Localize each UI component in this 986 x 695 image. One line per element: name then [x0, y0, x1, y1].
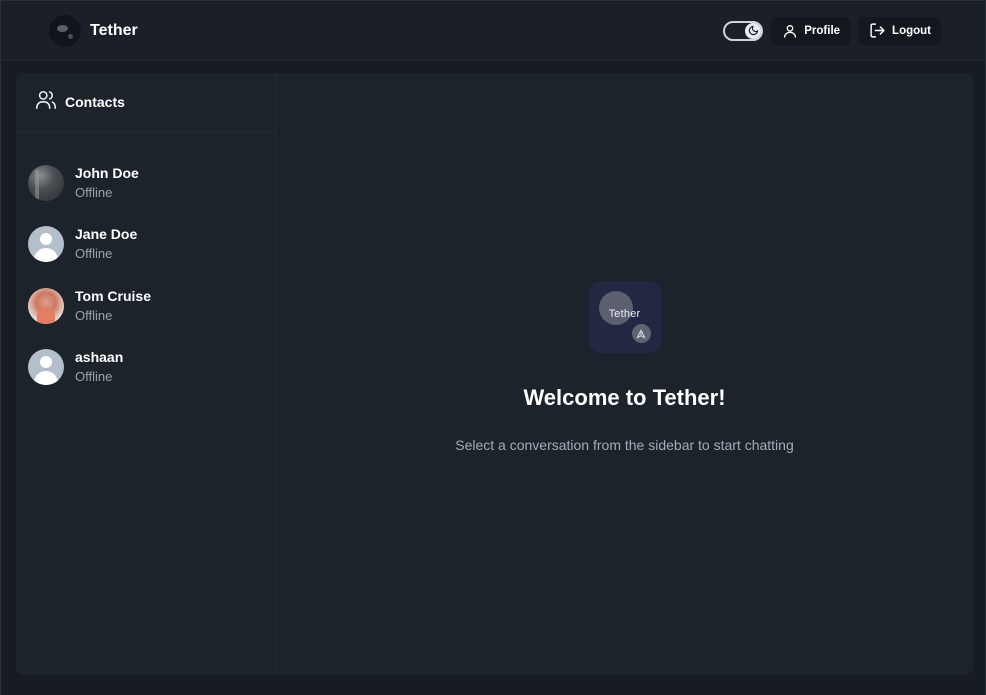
profile-button-label: Profile: [804, 24, 841, 37]
logo-mark: [57, 24, 68, 32]
contact-name: Tom Cruise: [75, 287, 151, 304]
logo-mark-dot: [68, 33, 73, 39]
send-icon: [631, 324, 651, 343]
logout-button-label: Logout: [892, 24, 931, 37]
contacts-sidebar: Contacts John Doe Offline Jane Doe Offli…: [16, 73, 276, 675]
contact-item[interactable]: ashaan Offline: [16, 337, 275, 399]
contact-status: Offline: [75, 246, 113, 262]
chat-area: Tether Welcome to Tether! Select a conve…: [276, 73, 973, 675]
moon-icon: [745, 22, 762, 39]
contact-info: Jane Doe Offline: [75, 225, 137, 263]
main-panel: Contacts John Doe Offline Jane Doe Offli…: [16, 73, 973, 675]
logout-button[interactable]: Logout: [858, 16, 941, 45]
default-user-icon: [28, 226, 64, 263]
avatar: [28, 287, 64, 324]
welcome-logo: Tether: [588, 281, 661, 353]
contact-status: Offline: [75, 184, 113, 200]
contact-name: ashaan: [75, 349, 124, 366]
sidebar-title: Contacts: [65, 94, 125, 110]
default-user-icon: [28, 349, 64, 386]
contact-item[interactable]: John Doe Offline: [16, 152, 275, 214]
brand-logo: [49, 14, 81, 47]
brand[interactable]: Tether: [49, 14, 138, 47]
nav-actions: Profile Logout: [723, 16, 941, 45]
sidebar-header: Contacts: [16, 73, 275, 132]
avatar: [28, 164, 64, 201]
navbar: Tether Profile Logout: [1, 1, 985, 61]
theme-toggle[interactable]: [723, 20, 764, 41]
contact-status: Offline: [75, 307, 113, 323]
contact-name: Jane Doe: [75, 226, 138, 243]
user-icon: [782, 23, 798, 39]
welcome-title: Welcome to Tether!: [523, 385, 726, 410]
contact-item[interactable]: Tom Cruise Offline: [16, 275, 275, 337]
contact-list: John Doe Offline Jane Doe Offline Tom Cr…: [16, 132, 275, 398]
contact-info: Tom Cruise Offline: [75, 287, 151, 325]
contact-info: John Doe Offline: [75, 164, 139, 202]
contact-info: ashaan Offline: [75, 348, 123, 386]
users-icon: [35, 89, 57, 116]
welcome-subtitle: Select a conversation from the sidebar t…: [455, 437, 794, 453]
profile-button[interactable]: Profile: [771, 16, 851, 45]
logout-icon: [869, 22, 886, 39]
brand-name: Tether: [90, 21, 138, 39]
contact-item[interactable]: Jane Doe Offline: [16, 214, 275, 276]
app-window: Tether Profile Logout Contacts John Doe …: [0, 0, 986, 695]
contact-name: John Doe: [75, 164, 139, 181]
contact-status: Offline: [75, 369, 113, 385]
welcome-logo-text: Tether: [608, 308, 641, 320]
